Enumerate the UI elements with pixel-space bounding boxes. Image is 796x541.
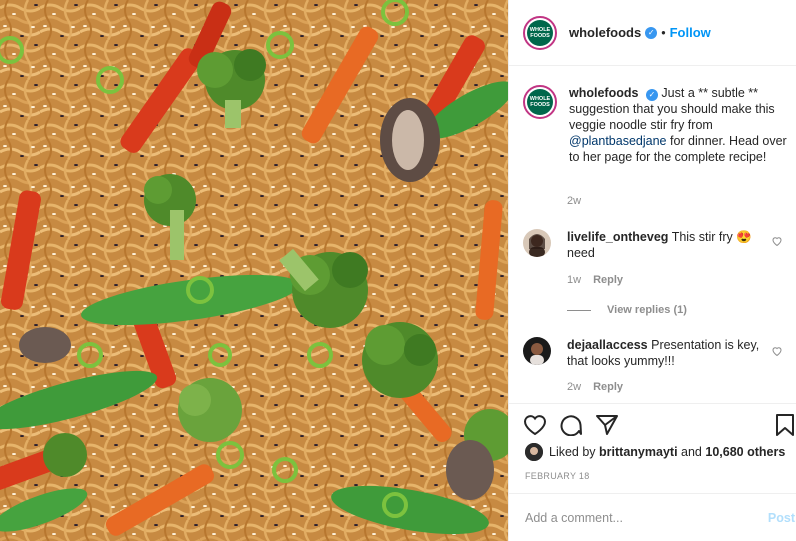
comment-bubble-icon[interactable] [559, 414, 583, 436]
comment-time[interactable]: 1w [567, 274, 581, 286]
verified-badge-icon: ✓ [645, 26, 658, 39]
like-heart-icon[interactable] [523, 414, 547, 436]
caption-text: wholefoods ✓ Just a ** subtle ** suggest… [569, 85, 791, 165]
view-replies-button[interactable]: View replies (1) [567, 304, 687, 316]
comment-text: livelife_ontheveg This stir fry 😍 need [567, 229, 777, 261]
wholefoods-logo: WHOLE FOODS [527, 19, 553, 46]
comment-username[interactable]: dejaallaccess [567, 338, 648, 352]
verified-badge-icon: ✓ [645, 89, 658, 101]
likes-prefix: Liked by [549, 445, 596, 459]
broccoli [362, 322, 438, 398]
comment-meta: 2w Reply [567, 381, 623, 393]
add-comment-bar: Post [509, 493, 796, 541]
share-send-icon[interactable] [595, 414, 619, 436]
mushroom [19, 327, 71, 363]
comments-section[interactable]: WHOLE FOODS wholefoods ✓ Just a ** subtl… [509, 67, 796, 403]
separator-dot: • [661, 25, 666, 40]
comment-time[interactable]: 2w [567, 381, 581, 393]
reply-button[interactable]: Reply [593, 274, 623, 286]
comment-meta: 1w Reply [567, 274, 623, 286]
comment-text: dejaallaccess Presentation is key, that … [567, 337, 777, 369]
likes-count[interactable]: 10,680 others [705, 445, 785, 459]
save-bookmark-icon[interactable] [775, 414, 795, 436]
wholefoods-logo: WHOLE FOODS [527, 89, 553, 115]
commenter-avatar[interactable] [523, 337, 551, 365]
view-replies-line [567, 309, 591, 311]
post-date[interactable]: FEBRUARY 18 [525, 471, 590, 481]
caption-time: 2w [567, 195, 581, 207]
post-caption: WHOLE FOODS wholefoods ✓ Just a ** subtl… [523, 85, 793, 165]
post-comment-button[interactable]: Post [768, 511, 795, 525]
liker-avatar-image [525, 443, 543, 461]
broccoli [43, 433, 87, 477]
like-comment-heart-icon[interactable] [771, 345, 783, 357]
comment-item: livelife_ontheveg This stir fry 😍 need [523, 229, 793, 261]
post-header: WHOLE FOODS wholefoods ✓ • Follow [509, 0, 796, 66]
caption-time-label[interactable]: 2w [567, 195, 581, 207]
commenter-avatar-image [523, 229, 551, 257]
mushroom [446, 440, 494, 500]
header-username[interactable]: wholefoods [569, 25, 641, 40]
comment-input[interactable] [525, 510, 765, 525]
likes-middle: and [681, 445, 702, 459]
broccoli [178, 378, 242, 442]
comment-item: dejaallaccess Presentation is key, that … [523, 337, 793, 369]
like-comment-heart-icon[interactable] [771, 235, 783, 247]
caption-avatar[interactable]: WHOLE FOODS [523, 85, 557, 119]
comment-username[interactable]: livelife_ontheveg [567, 230, 668, 244]
liker-avatar[interactable] [525, 443, 543, 461]
post-photo[interactable] [0, 0, 508, 541]
avatar[interactable]: WHOLE FOODS [523, 15, 557, 50]
stir-fry-illustration [0, 0, 508, 541]
likes-summary: Liked by brittanymayti and 10,680 others [525, 443, 785, 461]
caption-mention[interactable]: @plantbasedjane [569, 134, 667, 148]
caption-username[interactable]: wholefoods [569, 86, 638, 100]
post-sidebar: WHOLE FOODS wholefoods ✓ • Follow WHOLE … [508, 0, 796, 541]
commenter-avatar[interactable] [523, 229, 551, 257]
follow-button[interactable]: Follow [670, 25, 711, 40]
commenter-avatar-image [523, 337, 551, 365]
post-actions [509, 403, 796, 445]
view-replies-label: View replies (1) [607, 304, 687, 316]
reply-button[interactable]: Reply [593, 381, 623, 393]
instagram-post: WHOLE FOODS wholefoods ✓ • Follow WHOLE … [0, 0, 796, 541]
liker-username[interactable]: brittanymayti [599, 445, 678, 459]
